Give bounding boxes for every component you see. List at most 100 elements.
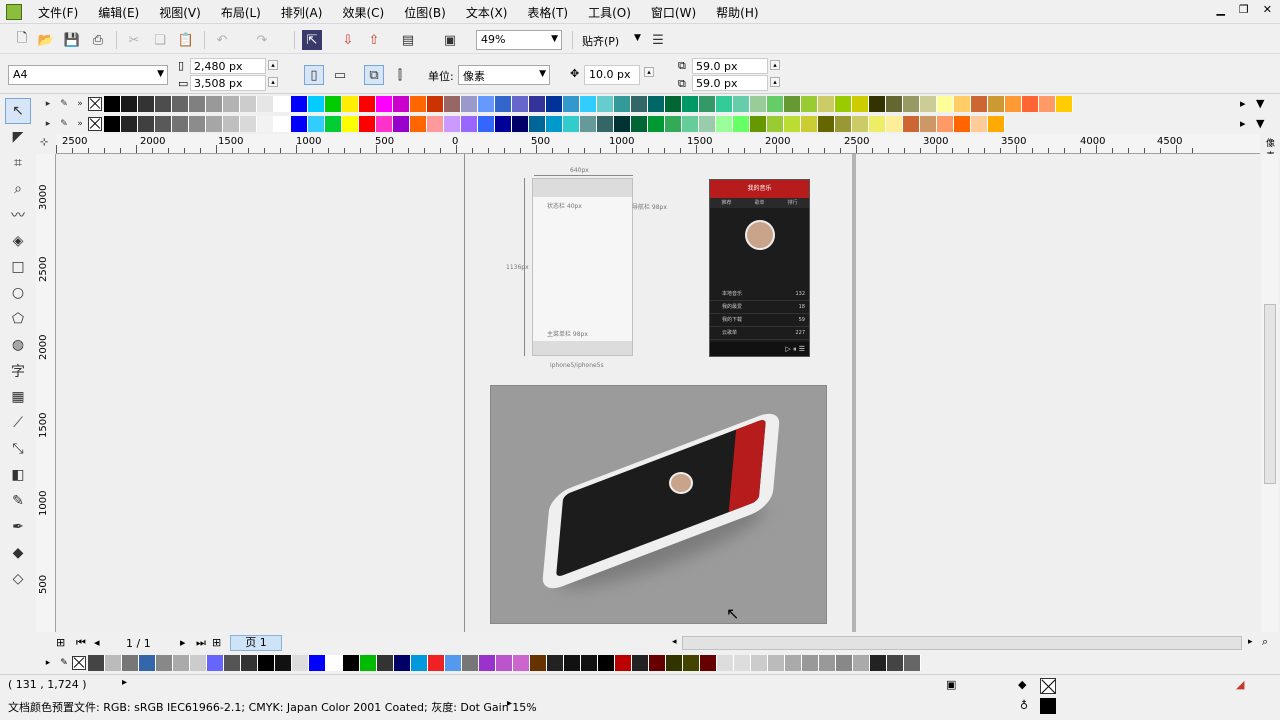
palette-bottom-swatch[interactable]: [852, 116, 869, 132]
palette-scroll-icon[interactable]: ▸: [40, 96, 56, 112]
palette-top-swatch[interactable]: [444, 96, 461, 112]
search-content-icon[interactable]: ⇱: [302, 30, 322, 50]
prev-page-icon[interactable]: ◂: [94, 636, 100, 649]
menu-item-7[interactable]: 文本(X): [466, 4, 508, 21]
docpal-swatch[interactable]: [343, 655, 360, 671]
palette-top-swatch[interactable]: [1039, 96, 1056, 112]
palette-bottom-swatch[interactable]: [903, 116, 920, 132]
landscape-icon[interactable]: ▭: [330, 65, 350, 85]
palette-top-swatch[interactable]: [155, 96, 172, 112]
palette-top-swatch[interactable]: [699, 96, 716, 112]
palette-top-swatch[interactable]: [376, 96, 393, 112]
palette-bottom-swatch[interactable]: [461, 116, 478, 132]
palette-bottom-swatch[interactable]: [376, 116, 393, 132]
docpal-swatch[interactable]: [496, 655, 513, 671]
freehand-tool-icon[interactable]: 〰: [5, 202, 31, 228]
palette-top-swatch[interactable]: [546, 96, 563, 112]
color-profile-text[interactable]: 文档颜色预置文件: RGB: sRGB IEC61966-2.1; CMYK: …: [8, 699, 537, 715]
palette-top-swatch[interactable]: [308, 96, 325, 112]
palette-top-swatch[interactable]: [274, 96, 291, 112]
table-tool-icon[interactable]: ▦: [5, 384, 31, 410]
docpal-swatch[interactable]: [173, 655, 190, 671]
palette-top-swatch[interactable]: [478, 96, 495, 112]
palette-top-swatch[interactable]: [801, 96, 818, 112]
palette-bottom-swatch[interactable]: [937, 116, 954, 132]
menu-item-10[interactable]: 窗口(W): [651, 4, 696, 21]
palette-bottom-swatch[interactable]: [342, 116, 359, 132]
menu-item-3[interactable]: 布局(L): [221, 4, 261, 21]
menu-item-2[interactable]: 视图(V): [159, 4, 201, 21]
docpal-swatch[interactable]: [139, 655, 156, 671]
hscroll-left-icon[interactable]: ◂: [672, 637, 677, 647]
docpal-eyedropper-icon[interactable]: ✎: [56, 658, 72, 668]
palette-bottom-swatch[interactable]: [733, 116, 750, 132]
palette-top-swatch[interactable]: [563, 96, 580, 112]
redo-icon[interactable]: ↷: [252, 30, 272, 50]
export-icon[interactable]: ⇧: [364, 30, 384, 50]
blend-tool-icon[interactable]: ◧: [5, 462, 31, 488]
palette-top-swatch[interactable]: [852, 96, 869, 112]
palette-top-swatch[interactable]: [835, 96, 852, 112]
page-width-input[interactable]: 2,480 px: [190, 58, 266, 74]
copy-icon[interactable]: ❏: [150, 30, 170, 50]
palette-top-swatch[interactable]: [920, 96, 937, 112]
menu-item-5[interactable]: 效果(C): [342, 4, 384, 21]
palette-top-swatch[interactable]: [291, 96, 308, 112]
palette-top-swatch[interactable]: [223, 96, 240, 112]
menu-item-1[interactable]: 编辑(E): [98, 4, 139, 21]
palette-bottom-swatch[interactable]: [308, 116, 325, 132]
palette-bottom-swatch[interactable]: [223, 116, 240, 132]
restore-icon[interactable]: ❐: [1239, 3, 1249, 16]
docpal-swatch[interactable]: [819, 655, 836, 671]
palette-top-swatch[interactable]: [988, 96, 1005, 112]
smart-fill-icon[interactable]: ◈: [5, 228, 31, 254]
no-color-swatch[interactable]: [88, 97, 102, 111]
snap-to-menu[interactable]: 贴齐(P): [582, 33, 619, 49]
palette-top-swatch[interactable]: [869, 96, 886, 112]
docpal-swatch[interactable]: [258, 655, 275, 671]
shape-tool-icon[interactable]: ◤: [5, 124, 31, 150]
palette-bottom-swatch[interactable]: [597, 116, 614, 132]
height-spinner[interactable]: ▴: [268, 77, 278, 87]
docpal-swatch[interactable]: [615, 655, 632, 671]
docpal-swatch[interactable]: [207, 655, 224, 671]
palette-options-icon[interactable]: »: [72, 96, 88, 112]
palette-bottom-swatch[interactable]: [121, 116, 138, 132]
palette-bottom-swatch[interactable]: [716, 116, 733, 132]
palette-bottom-swatch[interactable]: [410, 116, 427, 132]
zoom-tool-icon[interactable]: ⌕: [5, 176, 31, 202]
palette-bottom-swatch[interactable]: [546, 116, 563, 132]
palette-expand-icon[interactable]: ▼: [1256, 97, 1264, 110]
palette-top-swatch[interactable]: [512, 96, 529, 112]
vertical-ruler[interactable]: 3000 2500 2000 1500 1000 500: [36, 154, 56, 632]
docpal-swatch[interactable]: [190, 655, 207, 671]
pick-tool-icon[interactable]: ↖: [5, 98, 31, 124]
docpal-swatch[interactable]: [326, 655, 343, 671]
palette-bottom-swatch[interactable]: [189, 116, 206, 132]
portrait-icon[interactable]: ▯: [304, 65, 324, 85]
palette-top-swatch[interactable]: [818, 96, 835, 112]
palette-bottom-swatch[interactable]: [138, 116, 155, 132]
outline-color-swatch[interactable]: [1040, 698, 1056, 714]
current-page-icon[interactable]: ⫿: [390, 65, 410, 85]
docpal-swatch[interactable]: [275, 655, 292, 671]
connector-tool-icon[interactable]: ⤡: [5, 436, 31, 462]
welcome-screen-icon[interactable]: ▣: [440, 30, 460, 50]
palette-top-swatch[interactable]: [189, 96, 206, 112]
page-tab-1[interactable]: 页 1: [230, 635, 282, 651]
palette-bottom-swatch[interactable]: [750, 116, 767, 132]
docpal-swatch[interactable]: [224, 655, 241, 671]
import-icon[interactable]: ⇩: [338, 30, 358, 50]
docpal-swatch[interactable]: [768, 655, 785, 671]
docpal-swatch[interactable]: [887, 655, 904, 671]
palette2-eyedropper-icon[interactable]: ✎: [56, 116, 72, 132]
docpal-no-color-swatch[interactable]: [72, 656, 86, 670]
palette-scroll-right-icon[interactable]: ▸: [1240, 97, 1246, 110]
ruler-origin-icon[interactable]: ⊹: [40, 137, 48, 148]
palette-bottom-swatch[interactable]: [801, 116, 818, 132]
snap-dropdown-icon[interactable]: ▼: [634, 33, 641, 43]
palette-bottom-swatch[interactable]: [682, 116, 699, 132]
palette-top-swatch[interactable]: [427, 96, 444, 112]
palette-bottom-swatch[interactable]: [818, 116, 835, 132]
next-page-icon[interactable]: ▸: [180, 636, 186, 649]
